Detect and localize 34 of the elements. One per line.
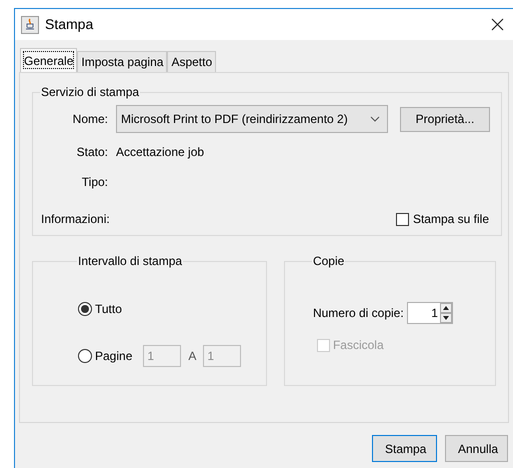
spinner-value: 1 bbox=[431, 305, 439, 322]
copies-spinner[interactable]: 1 bbox=[406, 302, 453, 324]
printer-dropdown[interactable]: Microsoft Print to PDF (reindirizzamento 2) bbox=[116, 105, 388, 133]
radio-label: Tutto bbox=[95, 301, 122, 318]
group-title: Copie bbox=[312, 253, 346, 270]
group-title: Servizio di stampa bbox=[40, 84, 140, 101]
checkbox-label: Stampa su file bbox=[412, 211, 489, 228]
radio-button[interactable] bbox=[78, 349, 92, 363]
checkbox-label: Fascicola bbox=[332, 337, 384, 354]
status-value: Accettazione job bbox=[116, 144, 204, 161]
tab[interactable]: Generale bbox=[20, 48, 78, 72]
field-label: Informazioni: bbox=[41, 211, 110, 228]
spinner-arrows-icon bbox=[440, 303, 452, 323]
dropdown-value: Microsoft Print to PDF (reindirizzamento 2) bbox=[121, 111, 348, 128]
cancel-button[interactable]: Annulla bbox=[445, 435, 508, 462]
window-title: Stampa bbox=[45, 15, 94, 34]
checkbox[interactable] bbox=[396, 212, 409, 226]
field-label: Numero di copie: bbox=[312, 305, 405, 322]
field-label: Tipo: bbox=[80, 174, 109, 191]
field-label: Stato: bbox=[76, 144, 109, 161]
page-field: 1 bbox=[143, 345, 182, 367]
radio-label: Pagine bbox=[95, 348, 132, 365]
properties-button[interactable]: Proprietà... bbox=[400, 106, 490, 132]
print-button[interactable]: Stampa bbox=[372, 435, 437, 462]
radio-button[interactable] bbox=[78, 302, 92, 316]
group-title: Intervallo di stampa bbox=[77, 253, 184, 270]
page-field: 1 bbox=[203, 345, 242, 367]
close-icon bbox=[491, 18, 504, 31]
tab[interactable]: Imposta pagina bbox=[77, 51, 168, 72]
field-label: Nome: bbox=[72, 111, 109, 128]
tab[interactable]: Aspetto bbox=[167, 51, 216, 72]
range-separator: A bbox=[188, 348, 196, 365]
chevron-down-icon bbox=[370, 116, 380, 122]
app-icon bbox=[21, 16, 39, 34]
